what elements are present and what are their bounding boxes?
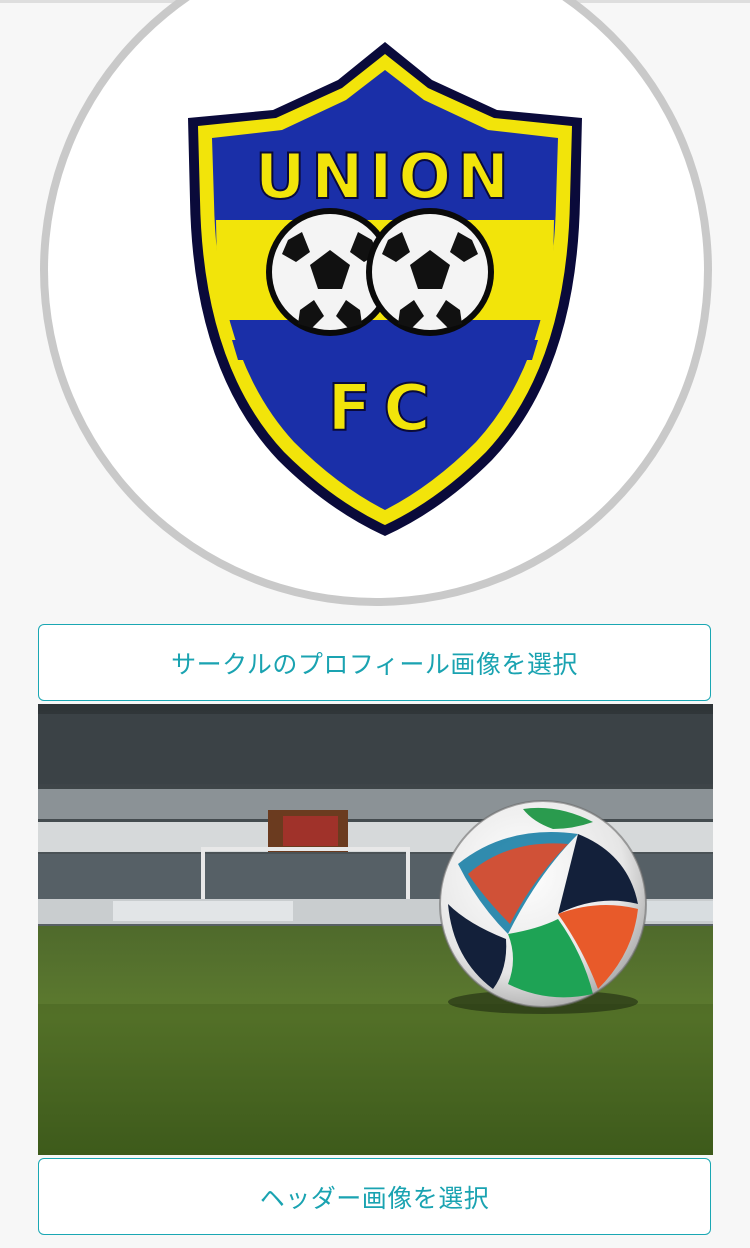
header-soccer-stadium-photo xyxy=(38,704,713,1155)
profile-image-frame: UNION FC xyxy=(48,0,704,598)
header-image[interactable] xyxy=(38,704,713,1155)
header-soccer-ball xyxy=(439,800,647,1008)
union-fc-crest-logo: UNION FC xyxy=(188,42,582,536)
select-header-image-button[interactable]: ヘッダー画像を選択 xyxy=(38,1158,711,1235)
crest-text-union: UNION xyxy=(255,140,515,213)
select-circle-profile-image-button[interactable]: サークルのプロフィール画像を選択 xyxy=(38,624,711,701)
crest-text-fc: FC xyxy=(328,372,443,446)
circle-profile-image[interactable]: UNION FC xyxy=(40,0,712,606)
crest-soccer-ball-right xyxy=(366,208,494,336)
